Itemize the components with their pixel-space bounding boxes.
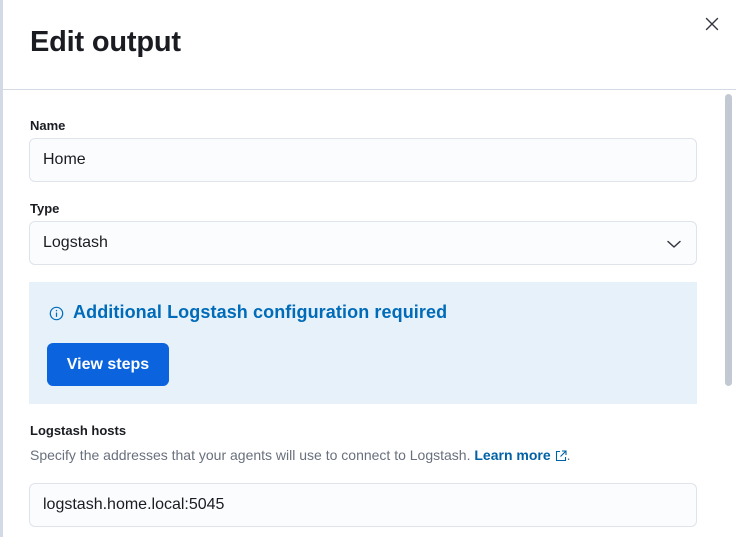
learn-more-link[interactable]: Learn more [474, 447, 567, 463]
edit-output-flyout: Edit output Name Home Type Logstash Addi… [0, 0, 736, 537]
view-steps-button[interactable]: View steps [47, 343, 169, 386]
name-label: Name [30, 118, 66, 133]
name-input-value: Home [43, 151, 86, 168]
close-button[interactable] [700, 12, 724, 36]
logstash-hosts-value: logstash.home.local:5045 [43, 496, 225, 513]
logstash-hosts-help: Specify the addresses that your agents w… [30, 447, 571, 463]
logstash-hosts-input[interactable]: logstash.home.local:5045 [29, 483, 697, 527]
flyout-header: Edit output [3, 0, 736, 90]
type-select-value: Logstash [43, 234, 108, 251]
info-icon [49, 306, 64, 321]
chevron-down-icon [667, 240, 681, 248]
type-label: Type [30, 201, 60, 216]
page-title: Edit output [30, 26, 181, 58]
flyout-body: Name Home Type Logstash Additional Logst… [3, 91, 736, 537]
callout-title: Additional Logstash configuration requir… [73, 302, 448, 322]
type-select[interactable]: Logstash [29, 221, 697, 265]
logstash-hosts-label: Logstash hosts [30, 423, 127, 438]
logstash-config-callout: Additional Logstash configuration requir… [29, 282, 697, 404]
close-icon [705, 17, 719, 31]
help-text: Specify the addresses that your agents w… [30, 447, 471, 463]
name-input[interactable]: Home [29, 138, 697, 182]
learn-more-label: Learn more [474, 447, 551, 463]
scrollbar[interactable] [725, 94, 732, 386]
help-suffix: . [566, 447, 571, 463]
external-link-icon [555, 450, 567, 462]
